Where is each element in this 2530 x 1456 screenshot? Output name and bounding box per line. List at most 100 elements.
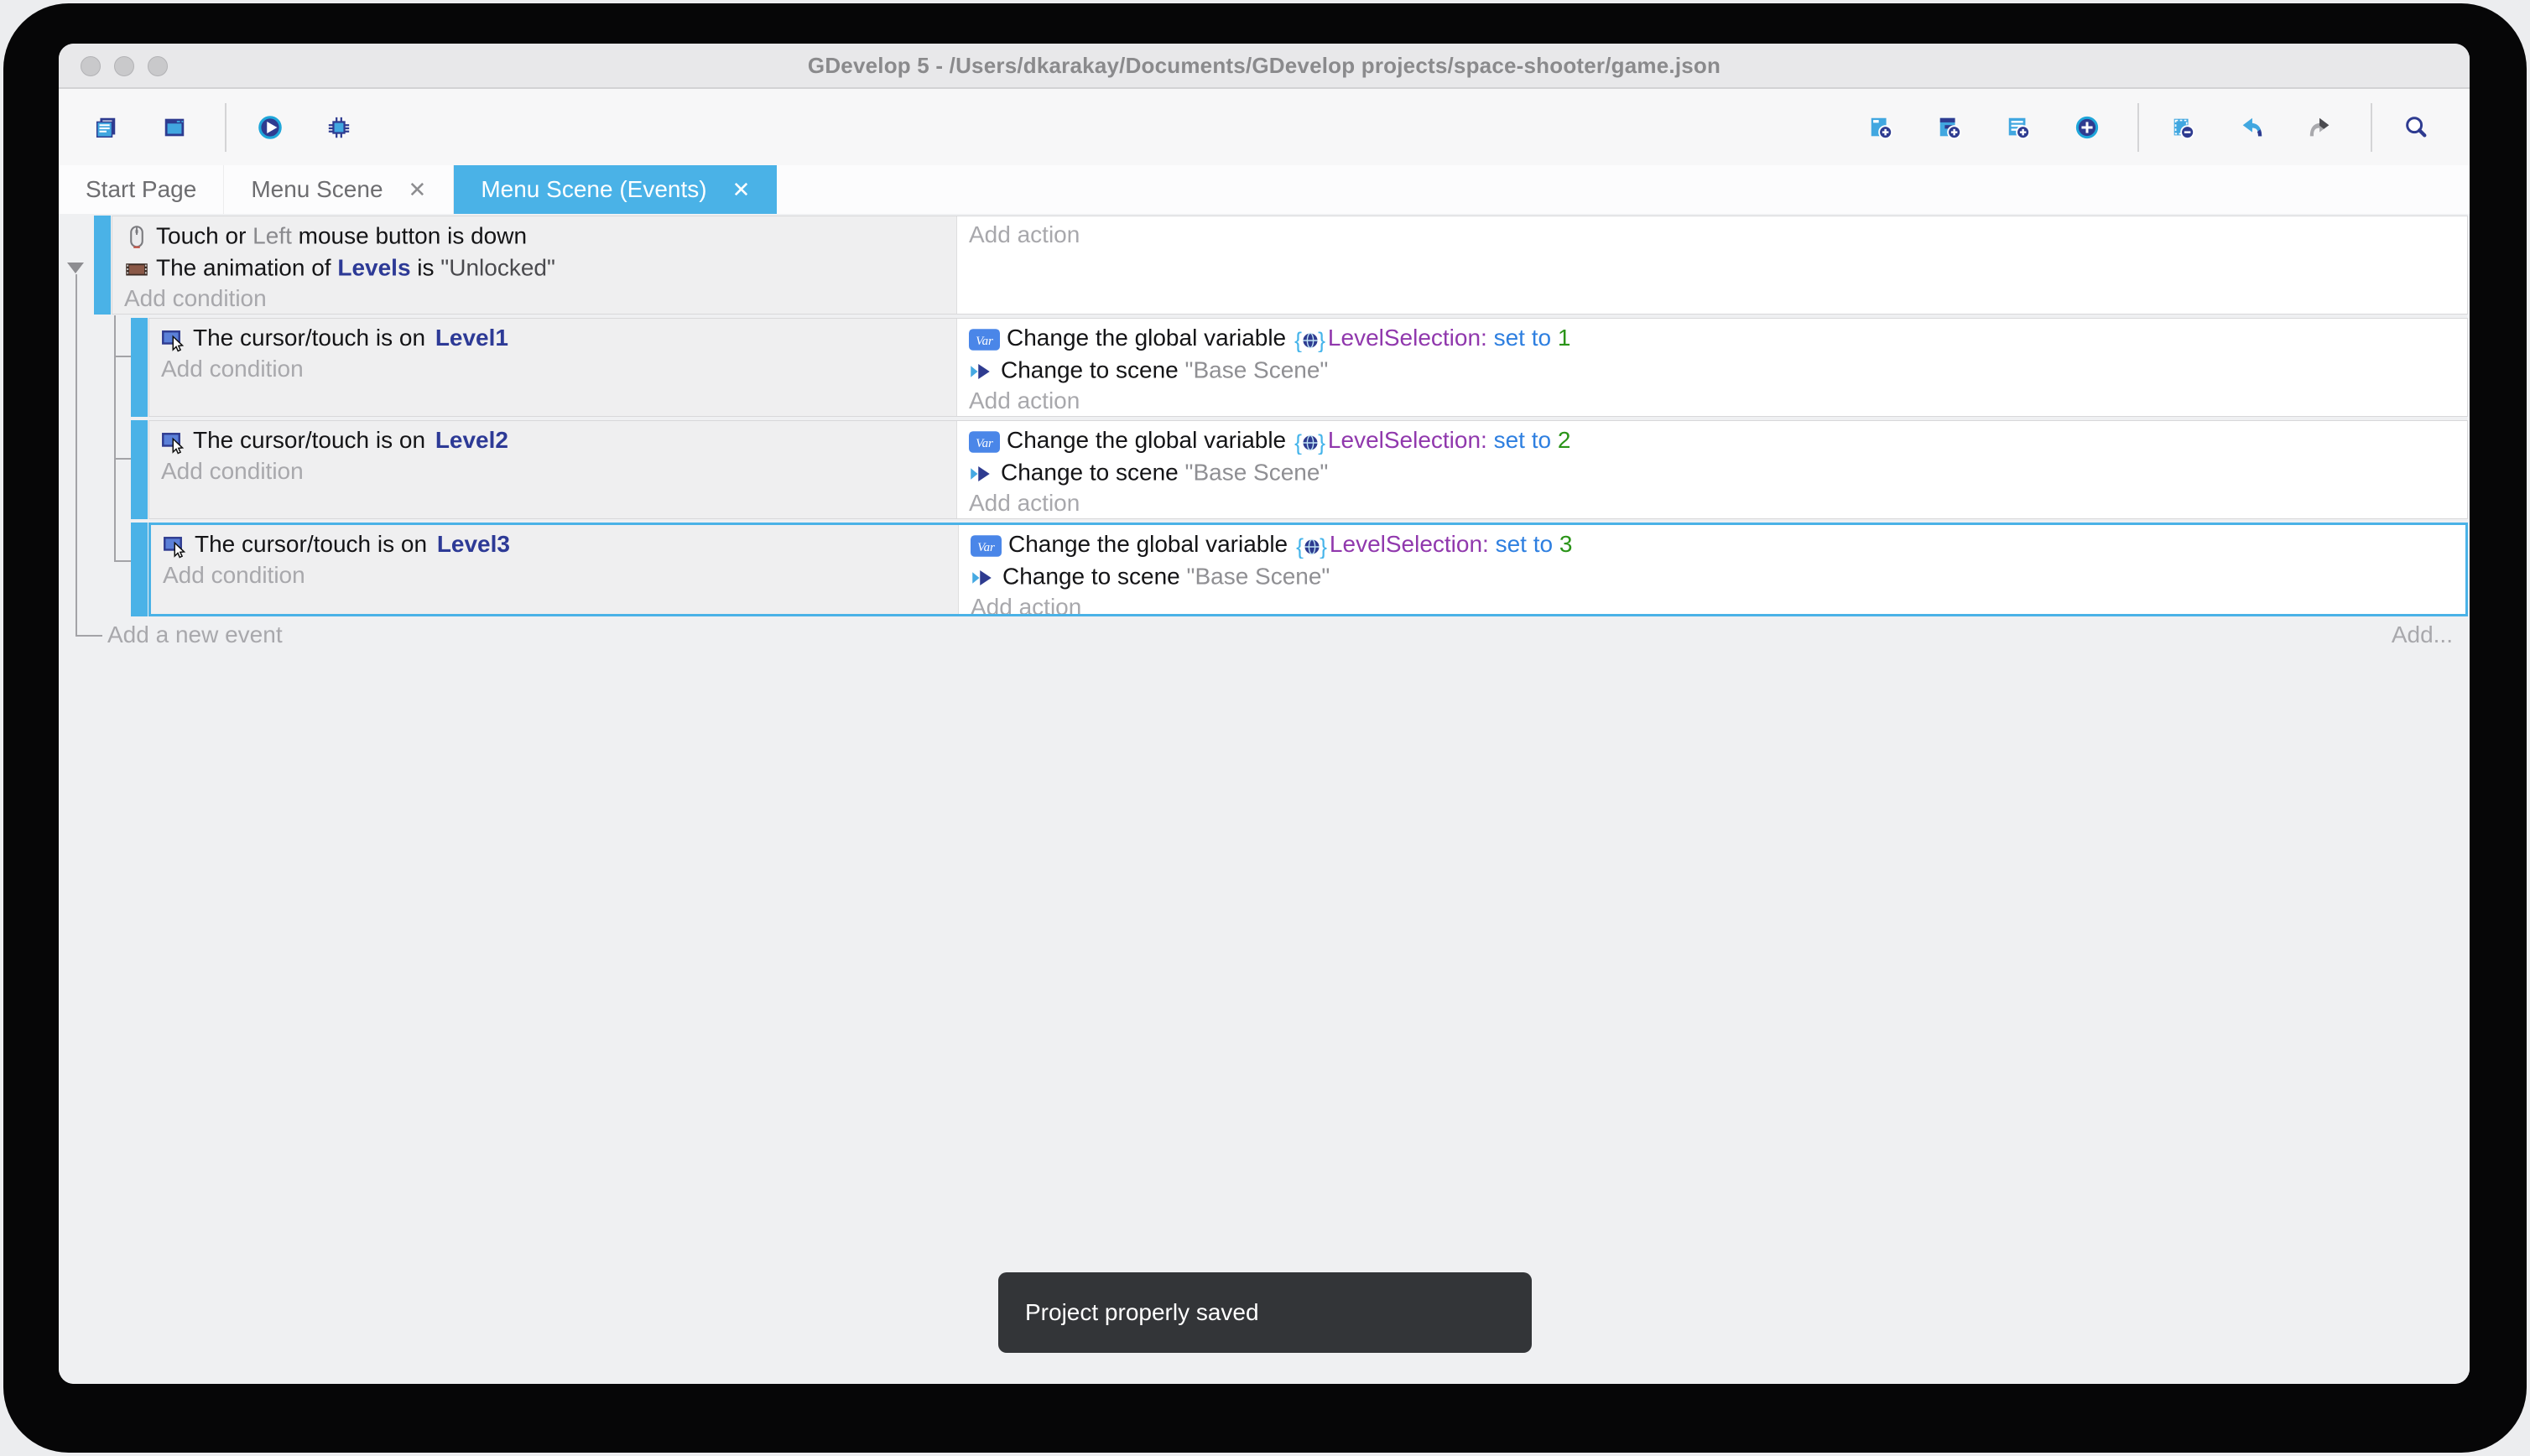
close-icon[interactable]: ✕ — [732, 177, 751, 203]
events-panel: Touch or Left mouse button is downThe an… — [59, 214, 2470, 1384]
action-instruction[interactable]: VarChange the global variable {}LevelSel… — [957, 321, 2467, 353]
action-instruction[interactable]: Change to scene "Base Scene" — [957, 455, 2467, 487]
condition-instruction[interactable]: Touch or Left mouse button is down — [112, 219, 956, 251]
search-icon — [2403, 115, 2428, 140]
mouse-icon — [124, 221, 149, 251]
add-comment-button[interactable] — [1991, 97, 2052, 158]
conditions-cell: Touch or Left mouse button is downThe an… — [112, 216, 957, 314]
toolbar-left-group — [79, 97, 372, 158]
scene-icon — [971, 561, 996, 591]
tab-bar: Start PageMenu Scene✕Menu Scene (Events)… — [59, 165, 2470, 214]
debug-icon — [326, 115, 351, 140]
event-row: Touch or Left mouse button is downThe an… — [94, 216, 2468, 315]
scene-icon — [969, 457, 994, 487]
search-button[interactable] — [2389, 97, 2449, 158]
variable-icon: Var — [969, 323, 1000, 353]
action-instruction[interactable]: Change to scene "Base Scene" — [957, 353, 2467, 385]
toolbar — [59, 89, 2470, 165]
condition-instruction[interactable]: The animation of Levels is "Unlocked" — [112, 251, 956, 283]
add-more-link[interactable]: Add... — [2392, 621, 2453, 648]
tab-start-page[interactable]: Start Page — [59, 165, 224, 214]
tab-label: Start Page — [86, 176, 196, 203]
add-more-button[interactable] — [2060, 97, 2121, 158]
event-handle-bar[interactable] — [94, 216, 111, 315]
action-instruction[interactable]: VarChange the global variable {}LevelSel… — [957, 424, 2467, 455]
delete-selection-button[interactable] — [2156, 97, 2216, 158]
toolbar-divider — [2371, 103, 2372, 152]
gdevelop-window: GDevelop 5 - /Users/dkarakay/Documents/G… — [59, 44, 2470, 1384]
minimize-window-button[interactable] — [114, 56, 134, 76]
indent-guide — [114, 315, 116, 562]
conditions-cell: The cursor/touch is on Level3 Add condit… — [151, 525, 959, 614]
undo-button[interactable] — [2225, 97, 2285, 158]
indent-guide — [75, 274, 77, 637]
tab-label: Menu Scene (Events) — [481, 176, 706, 203]
variable-icon: Var — [971, 529, 1002, 559]
condition-instruction[interactable]: The cursor/touch is on 1Level1 — [149, 321, 956, 353]
event-handle-bar[interactable] — [131, 420, 148, 519]
actions-cell: VarChange the global variable {}LevelSel… — [959, 525, 2465, 614]
add-event-icon — [1868, 115, 1893, 140]
tab-menu-scene-events-[interactable]: Menu Scene (Events) ✕ — [454, 165, 777, 214]
play-preview-icon — [258, 115, 283, 140]
titlebar: GDevelop 5 - /Users/dkarakay/Documents/G… — [59, 44, 2470, 89]
add-more-icon — [2074, 115, 2100, 140]
debug-button[interactable] — [312, 97, 372, 158]
redo-button[interactable] — [2293, 97, 2354, 158]
add-subevent-button[interactable] — [1923, 97, 1983, 158]
toast: Project properly saved — [998, 1272, 1532, 1353]
project-manager-button[interactable] — [79, 97, 139, 158]
collapse-arrow-icon[interactable] — [67, 263, 84, 273]
event-handle-bar[interactable] — [131, 523, 148, 616]
open-scene-editor-icon — [162, 115, 187, 140]
add-event-button[interactable] — [1854, 97, 1914, 158]
toolbar-divider — [2137, 103, 2139, 152]
undo-icon — [2239, 115, 2264, 140]
event-handle-bar[interactable] — [131, 318, 148, 417]
delete-selection-icon — [2170, 115, 2195, 140]
add-condition-link[interactable]: Add condition — [112, 283, 956, 315]
close-icon[interactable]: ✕ — [409, 177, 427, 203]
add-new-event-link[interactable]: Add a new event — [107, 621, 283, 648]
cursor-icon — [161, 425, 186, 455]
global-variable-icon: {} — [1294, 425, 1326, 455]
add-condition-link[interactable]: Add condition — [151, 559, 958, 591]
play-preview-button[interactable] — [243, 97, 304, 158]
indent-guide — [114, 356, 131, 357]
add-comment-icon — [2006, 115, 2031, 140]
toast-message: Project properly saved — [1025, 1299, 1259, 1326]
event-row: The cursor/touch is on 1Level1 Add condi… — [131, 318, 2468, 417]
condition-instruction[interactable]: The cursor/touch is on Level3 — [151, 528, 958, 559]
open-scene-editor-button[interactable] — [148, 97, 208, 158]
redo-icon — [2308, 115, 2333, 140]
actions-cell: VarChange the global variable {}LevelSel… — [957, 421, 2467, 518]
global-variable-icon: {} — [1296, 529, 1328, 559]
event-row: The cursor/touch is on Level3 Add condit… — [131, 523, 2468, 616]
condition-instruction[interactable]: The cursor/touch is on Level2 — [149, 424, 956, 455]
conditions-cell: The cursor/touch is on Level2 Add condit… — [149, 421, 957, 518]
add-action-link[interactable]: Add action — [959, 591, 2465, 614]
add-action-link[interactable]: Add action — [957, 487, 2467, 518]
svg-text:}: } — [1318, 431, 1325, 455]
cursor-icon — [161, 323, 186, 353]
add-action-link[interactable]: Add action — [957, 219, 2467, 251]
traffic-lights — [81, 56, 168, 76]
svg-text:{: { — [1294, 329, 1302, 352]
cursor-icon — [163, 529, 188, 559]
close-window-button[interactable] — [81, 56, 101, 76]
window-title: GDevelop 5 - /Users/dkarakay/Documents/G… — [59, 44, 2470, 87]
svg-text:}: } — [1318, 329, 1325, 352]
tab-menu-scene[interactable]: Menu Scene✕ — [224, 165, 454, 214]
action-instruction[interactable]: VarChange the global variable {}LevelSel… — [959, 528, 2465, 559]
global-variable-icon: {} — [1294, 323, 1326, 353]
svg-text:Var: Var — [976, 335, 993, 348]
zoom-window-button[interactable] — [148, 56, 168, 76]
conditions-cell: The cursor/touch is on 1Level1 Add condi… — [149, 319, 957, 416]
action-instruction[interactable]: Change to scene "Base Scene" — [959, 559, 2465, 591]
actions-cell: VarChange the global variable {}LevelSel… — [957, 319, 2467, 416]
svg-text:Var: Var — [977, 541, 995, 554]
add-action-link[interactable]: Add action — [957, 385, 2467, 416]
add-condition-link[interactable]: Add condition — [149, 353, 956, 385]
toolbar-right-group — [1854, 97, 2449, 158]
add-condition-link[interactable]: Add condition — [149, 455, 956, 487]
